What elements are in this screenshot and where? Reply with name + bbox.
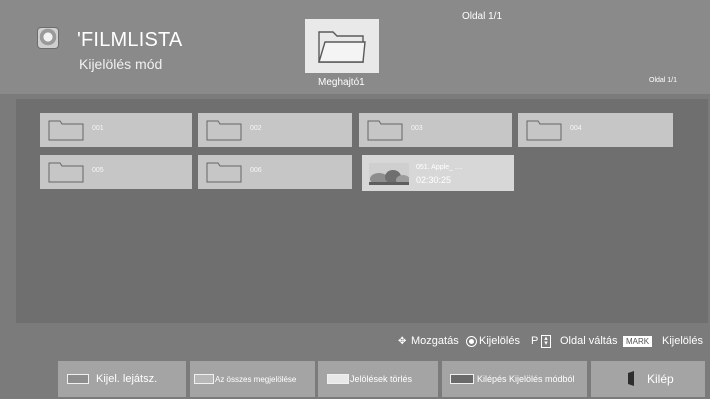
folder-item[interactable]: 001	[40, 113, 192, 147]
video-name: 051. Apple_ ....	[416, 164, 463, 171]
help-move: Mozgatás	[411, 335, 459, 347]
button-label: Kilép	[647, 372, 674, 386]
help-bar: ✥ Mozgatás Kijelölés P ▴ ▾ Oldal váltás M…	[0, 330, 710, 352]
folder-label: 002	[250, 125, 262, 132]
video-item[interactable]: 051. Apple_ .... 02:30:25	[362, 155, 514, 191]
folder-item[interactable]: 004	[518, 113, 673, 147]
clear-marks-button[interactable]: Jelölések törlés	[318, 361, 438, 397]
folder-icon	[318, 31, 366, 63]
color-key-icon	[67, 374, 89, 384]
button-label: Kijel. lejátsz.	[96, 373, 158, 385]
folder-label: 005	[92, 167, 104, 174]
color-key-icon	[450, 374, 474, 384]
button-label: Kilépés Kijelölés módból	[477, 374, 575, 384]
page-updown-icon: ▴ ▾	[541, 335, 551, 348]
page-indicator: Oldal 1/1	[462, 11, 503, 22]
video-duration: 02:30:25	[416, 175, 452, 185]
tv-screen: 'FILMLISTA Kijelölés mód Meghajtó1 Oldal…	[0, 0, 710, 399]
help-mark: Kijelölés	[662, 335, 703, 347]
exit-icon	[628, 371, 634, 386]
page-title: 'FILMLISTA	[77, 29, 183, 51]
folder-label: 001	[92, 125, 104, 132]
exit-mark-mode-button[interactable]: Kilépés Kijelölés módból	[442, 361, 587, 397]
video-thumbnail	[369, 163, 409, 185]
color-key-icon	[327, 374, 349, 384]
folder-icon	[206, 162, 242, 183]
exit-button[interactable]: Kilép	[591, 361, 705, 397]
drive-label: Meghajtó1	[318, 77, 365, 88]
header: 'FILMLISTA Kijelölés mód Meghajtó1 Oldal…	[0, 0, 710, 94]
folder-item[interactable]: 005	[40, 155, 192, 189]
folder-icon	[48, 162, 84, 183]
help-p-key: P	[531, 335, 539, 347]
mode-subtitle: Kijelölés mód	[79, 56, 163, 72]
button-label: Jelölések törlés	[350, 374, 413, 384]
file-grid: 001 002 003 004 005 006 051. Apple_ ....…	[16, 99, 708, 323]
folder-icon	[367, 120, 403, 141]
folder-item[interactable]: 006	[198, 155, 352, 189]
help-select: Kijelölés	[479, 335, 520, 347]
folder-label: 006	[250, 167, 262, 174]
page-indicator-small: Oldal 1/1	[649, 77, 678, 84]
ok-button-icon	[466, 336, 477, 347]
folder-icon	[526, 120, 562, 141]
mark-key-badge: MARK	[623, 336, 653, 347]
play-selected-button[interactable]: Kijel. lejátsz.	[58, 361, 186, 397]
folder-label: 004	[570, 125, 582, 132]
help-page-change: Oldal váltás	[560, 335, 618, 347]
folder-label: 003	[411, 125, 423, 132]
film-reel-icon	[37, 27, 59, 49]
folder-icon	[206, 120, 242, 141]
move-arrows-icon: ✥	[398, 336, 407, 347]
color-key-icon	[194, 374, 214, 384]
folder-item[interactable]: 002	[198, 113, 352, 147]
folder-item[interactable]: 003	[359, 113, 512, 147]
mark-all-button[interactable]: Az összes megjelölése	[190, 361, 315, 397]
drive-selector[interactable]	[305, 19, 379, 73]
button-label: Az összes megjelölése	[215, 375, 297, 384]
folder-icon	[48, 120, 84, 141]
